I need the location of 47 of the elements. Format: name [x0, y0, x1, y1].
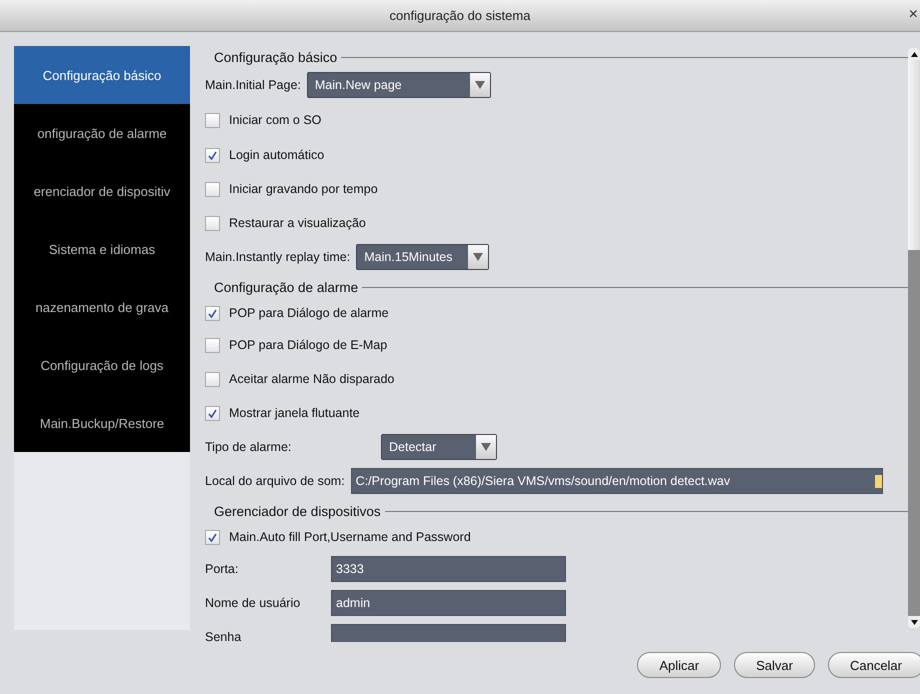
checkbox-label: POP para Diálogo de alarme [229, 306, 389, 320]
dialog-button[interactable]: Aplicar [637, 652, 722, 678]
dropdown[interactable]: Main.New page [306, 72, 491, 98]
checkbox-label: Restaurar a visualização [229, 216, 366, 230]
field-label: Porta: [205, 562, 240, 576]
path-field[interactable]: C:/Program Files (x86)/Siera VMS/vms/sound/en/motion detect.wav [350, 468, 883, 494]
checkbox[interactable] [205, 306, 220, 320]
dialog-button[interactable]: Salvar [734, 652, 815, 678]
input-field[interactable]: 3333 [331, 556, 566, 582]
checkbox[interactable] [205, 338, 220, 352]
section-title: Gerenciador de dispositivos [214, 504, 381, 518]
sidebar-item[interactable]: Configuração básico [14, 46, 190, 104]
scroll-down-icon[interactable] [908, 616, 920, 628]
checkbox[interactable] [205, 372, 220, 386]
window-title: configuração do sistema [390, 8, 530, 23]
checkbox-label: Iniciar gravando por tempo [229, 182, 378, 196]
field-label: Main.Initial Page: [205, 78, 301, 92]
field-label: Main.Instantly replay time: [205, 250, 350, 264]
dropdown[interactable]: Detectar [381, 434, 497, 460]
check-icon [208, 408, 217, 418]
checkbox-label: Aceitar alarme Não disparado [229, 372, 394, 386]
section-title: Configuração básico [214, 50, 338, 64]
field-label: Local do arquivo de som: [205, 474, 345, 488]
scrollbar[interactable] [908, 48, 920, 628]
check-icon [208, 308, 217, 318]
checkbox-label: Login automático [229, 148, 324, 162]
scroll-up-icon[interactable] [908, 48, 920, 60]
dialog-button[interactable]: Cancelar [828, 652, 920, 678]
checkbox[interactable] [205, 112, 220, 128]
field-label: Nome de usuário [205, 596, 302, 610]
checkbox[interactable] [205, 182, 220, 196]
input-field[interactable]: admin [331, 590, 566, 616]
close-button[interactable]: × [908, 6, 918, 24]
checkbox[interactable] [205, 216, 220, 230]
checkbox-label: Main.Auto fill Port,Username and Password [229, 530, 471, 544]
check-icon [208, 150, 217, 160]
checkbox[interactable] [205, 148, 220, 162]
section-title: Configuração de alarme [214, 280, 358, 294]
checkbox-label: Mostrar janela flutuante [229, 406, 360, 420]
field-label: Tipo de alarme: [205, 440, 292, 454]
checkbox-label: Iniciar com o SO [229, 113, 322, 127]
checkbox-label: POP para Diálogo de E-Map [229, 338, 388, 352]
check-icon [208, 532, 217, 542]
field-label: Senha [205, 630, 242, 642]
checkbox[interactable] [205, 406, 220, 420]
checkbox[interactable] [205, 530, 220, 544]
dropdown[interactable]: Main.15Minutes [356, 244, 490, 270]
